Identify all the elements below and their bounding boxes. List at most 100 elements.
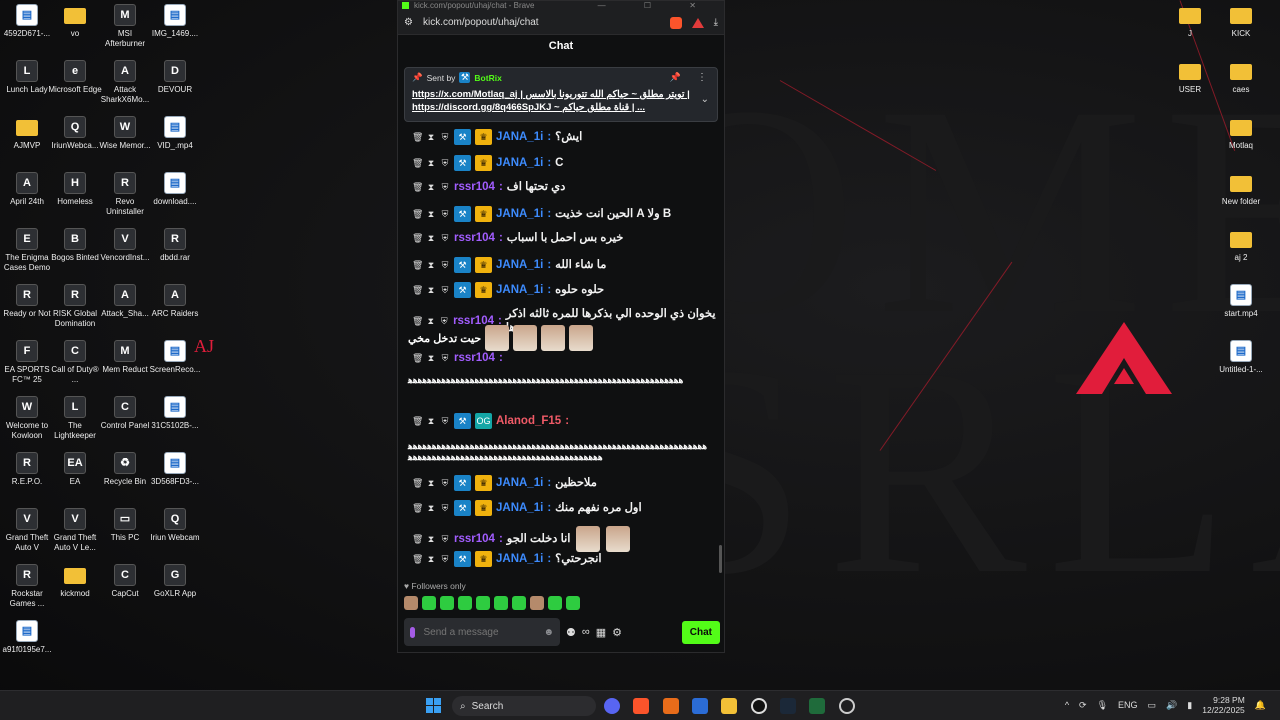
emote-icon[interactable]	[530, 596, 544, 610]
desktop-icon[interactable]: Rdbdd.rar	[148, 224, 202, 263]
app-icon[interactable]	[809, 698, 825, 714]
ban-icon[interactable]: ⛨	[440, 180, 450, 194]
chat-message[interactable]: 🗑 ⧗ ⛨ ⚒ ♛ JANA_1i: ما شاء الله	[398, 257, 718, 273]
clock[interactable]: 9:28 PM 12/22/2025	[1202, 695, 1245, 715]
chevron-up-icon[interactable]: ^	[1065, 700, 1069, 710]
emote-quick-row[interactable]	[404, 596, 580, 610]
url-text[interactable]: kick.com/popout/uhaj/chat	[423, 17, 539, 28]
chat-scrollbar[interactable]	[719, 545, 722, 573]
desktop-icon[interactable]: KICK	[1214, 0, 1268, 39]
window-controls[interactable]: — ☐ ✕	[598, 1, 714, 10]
desktop-icon[interactable]: A Attack_Sha...	[98, 280, 152, 319]
timeout-icon[interactable]: ⧗	[426, 231, 436, 245]
desktop-icon[interactable]: kickmod	[48, 560, 102, 599]
timeout-icon[interactable]: ⧗	[426, 351, 436, 365]
chat-username[interactable]: JANA_1i	[496, 258, 543, 272]
desktop-icon[interactable]: A ARC Raiders	[148, 280, 202, 319]
timeout-icon[interactable]: ⧗	[426, 552, 436, 566]
desktop-icon[interactable]: R Revo Uninstaller	[98, 168, 152, 217]
battery-icon[interactable]: ▮	[1187, 700, 1192, 711]
trash-icon[interactable]: 🗑	[412, 351, 423, 365]
desktop-icon[interactable]: ▤ 4592D671-...	[0, 0, 54, 39]
desktop-icon[interactable]: M MSI Afterburner	[98, 0, 152, 49]
emote-icon[interactable]	[440, 596, 454, 610]
brave-rewards-icon[interactable]	[691, 17, 704, 28]
chat-username[interactable]: rssr104	[454, 532, 495, 546]
desktop-icon[interactable]: A Attack SharkX6Mo...	[98, 56, 152, 105]
desktop-icon[interactable]: aj 2	[1214, 224, 1268, 263]
timeout-icon[interactable]: ⧗	[426, 180, 436, 194]
desktop-icon[interactable]: ▤ ScreenReco...	[148, 336, 202, 375]
ban-icon[interactable]: ⛨	[440, 501, 450, 515]
start-button[interactable]	[426, 698, 441, 713]
chevron-down-icon[interactable]: ⌄	[701, 94, 709, 105]
desktop-icon[interactable]: C Call of Duty® ...	[48, 336, 102, 385]
desktop-icon[interactable]: W Wise Memor...	[98, 112, 152, 151]
more-menu-icon[interactable]: ⋮	[697, 72, 707, 83]
desktop-icon[interactable]: R R.E.P.O.	[0, 448, 54, 487]
desktop-icon[interactable]: e Microsoft Edge	[48, 56, 102, 95]
timeout-icon[interactable]: ⧗	[426, 130, 436, 144]
unpin-icon[interactable]: 📌	[670, 72, 681, 83]
chat-username[interactable]: JANA_1i	[496, 207, 543, 221]
desktop-icon[interactable]: C CapCut	[98, 560, 152, 599]
chat-message[interactable]: 🗑 ⧗ ⛨ rssr104: انا دخلت الجو	[398, 526, 718, 552]
chat-message[interactable]: 🗑 ⧗ ⛨ ⚒ ♛ JANA_1i: اول مره نفهم منك	[398, 500, 718, 516]
desktop-icon[interactable]: Q Iriun Webcam	[148, 504, 202, 543]
trash-icon[interactable]: 🗑	[412, 156, 423, 170]
pinned-line-2[interactable]: https://discord.gg/8q466SpJKJ ~ قناة مطل…	[412, 101, 698, 114]
notification-icon[interactable]: 🔔	[1255, 700, 1266, 711]
desktop-icon[interactable]: G GoXLR App	[148, 560, 202, 599]
chat-username[interactable]: Alanod_F15	[496, 414, 561, 428]
desktop-icon[interactable]: E The Enigma Cases Demo	[0, 224, 54, 273]
desktop-icon[interactable]: caes	[1214, 56, 1268, 95]
browser-window[interactable]: kick.com/popout/uhaj/chat - Brave — ☐ ✕ …	[397, 0, 725, 653]
file-explorer-icon[interactable]	[721, 698, 737, 714]
chat-username[interactable]: rssr104	[454, 351, 495, 365]
people-icon[interactable]: ⚉	[566, 626, 576, 639]
desktop-icon[interactable]: R Ready or Not	[0, 280, 54, 319]
chat-username[interactable]: JANA_1i	[496, 552, 543, 566]
ban-icon[interactable]: ⛨	[440, 414, 450, 428]
trash-icon[interactable]: 🗑	[412, 476, 423, 490]
desktop-icon[interactable]: New folder	[1214, 168, 1268, 207]
app-icon[interactable]	[663, 698, 679, 714]
desktop-icon[interactable]: M Mem Reduct	[98, 336, 152, 375]
desktop-icon[interactable]: J	[1163, 0, 1217, 39]
emote-icon[interactable]	[404, 596, 418, 610]
trash-icon[interactable]: 🗑	[412, 532, 423, 546]
mic-tray-icon[interactable]: 🎙	[1097, 700, 1108, 711]
chat-message[interactable]: 🗑 ⧗ ⛨ rssr104: خيره بس احمل با اسباب	[398, 231, 718, 245]
desktop-icon[interactable]: ▤ a91f0195e7...	[0, 616, 54, 655]
mic-icon[interactable]	[410, 626, 416, 638]
ban-icon[interactable]: ⛨	[440, 532, 450, 546]
desktop-icon[interactable]: ▤ 3D568FD3-...	[148, 448, 202, 487]
desktop-icon[interactable]: R RISK Global Domination	[48, 280, 102, 329]
chat-message[interactable]: 🗑 ⧗ ⛨ ⚒ ♛ JANA_1i: الحين انت خذيت A ولا B	[398, 206, 718, 222]
timeout-icon[interactable]: ⧗	[426, 501, 436, 515]
desktop-icon[interactable]: A April 24th	[0, 168, 54, 207]
timeout-icon[interactable]: ⧗	[426, 476, 436, 490]
iriun-icon[interactable]	[751, 698, 767, 714]
message-box[interactable]: ☻	[404, 618, 560, 646]
desktop-icon[interactable]: V Grand Theft Auto V	[0, 504, 54, 553]
desktop-icon[interactable]: ▤ 31C5102B-...	[148, 392, 202, 431]
trash-icon[interactable]: 🗑	[412, 130, 423, 144]
gift-icon[interactable]: ▦	[596, 626, 606, 639]
chat-username[interactable]: JANA_1i	[496, 501, 543, 515]
message-input[interactable]	[423, 626, 536, 638]
ban-icon[interactable]: ⛨	[440, 231, 450, 245]
timeout-icon[interactable]: ⧗	[426, 258, 436, 272]
desktop-icon[interactable]: D DEVOUR	[148, 56, 202, 95]
download-icon[interactable]: ⤓	[714, 17, 718, 28]
sync-icon[interactable]: ⟳	[1079, 700, 1087, 711]
chat-username[interactable]: JANA_1i	[496, 283, 543, 297]
desktop-icon[interactable]: F EA SPORTS FC™ 25	[0, 336, 54, 385]
trash-icon[interactable]: 🗑	[412, 180, 423, 194]
emote-icon[interactable]	[566, 596, 580, 610]
brave-shields-icon[interactable]	[669, 16, 682, 29]
chat-message[interactable]: 🗑 ⧗ ⛨ ⚒ ♛ JANA_1i: انجرحتي؟	[398, 551, 718, 567]
desktop-icon[interactable]: USER	[1163, 56, 1217, 95]
volume-icon[interactable]: 🔊	[1166, 700, 1177, 711]
pinned-line-1[interactable]: https://x.com/Motlaq_aj | تويتر مطلق ~ ح…	[412, 88, 698, 101]
